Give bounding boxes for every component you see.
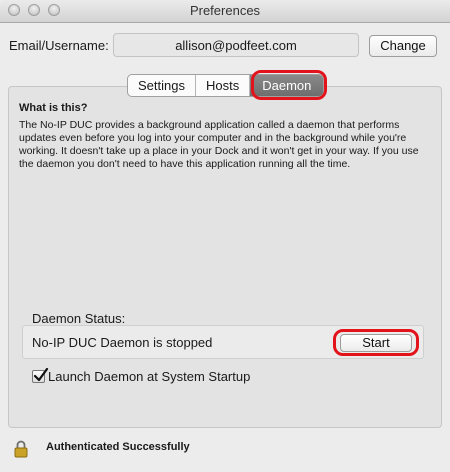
checkmark-icon <box>33 368 49 382</box>
window-title: Preferences <box>189 3 261 18</box>
change-button[interactable]: Change <box>369 35 437 57</box>
tab-hosts[interactable]: Hosts <box>196 75 251 96</box>
email-field[interactable]: allison@podfeet.com <box>113 33 359 57</box>
lock-icon <box>14 440 28 463</box>
tab-highlight-annotation <box>251 70 327 100</box>
start-highlight-annotation <box>333 329 419 356</box>
title-bar: Preferences <box>0 0 450 23</box>
email-label: Email/Username: <box>9 38 109 53</box>
daemon-status-label: Daemon Status: <box>32 311 126 326</box>
tab-settings[interactable]: Settings <box>128 75 196 96</box>
launch-at-startup-checkbox[interactable] <box>32 368 49 383</box>
daemon-status-text: No-IP DUC Daemon is stopped <box>32 335 213 350</box>
launch-at-startup-label[interactable]: Launch Daemon at System Startup <box>48 369 250 384</box>
daemon-description: The No-IP DUC provides a background appl… <box>19 119 419 170</box>
auth-status-text: Authenticated Successfully <box>46 441 190 453</box>
daemon-heading: What is this? <box>19 102 88 114</box>
